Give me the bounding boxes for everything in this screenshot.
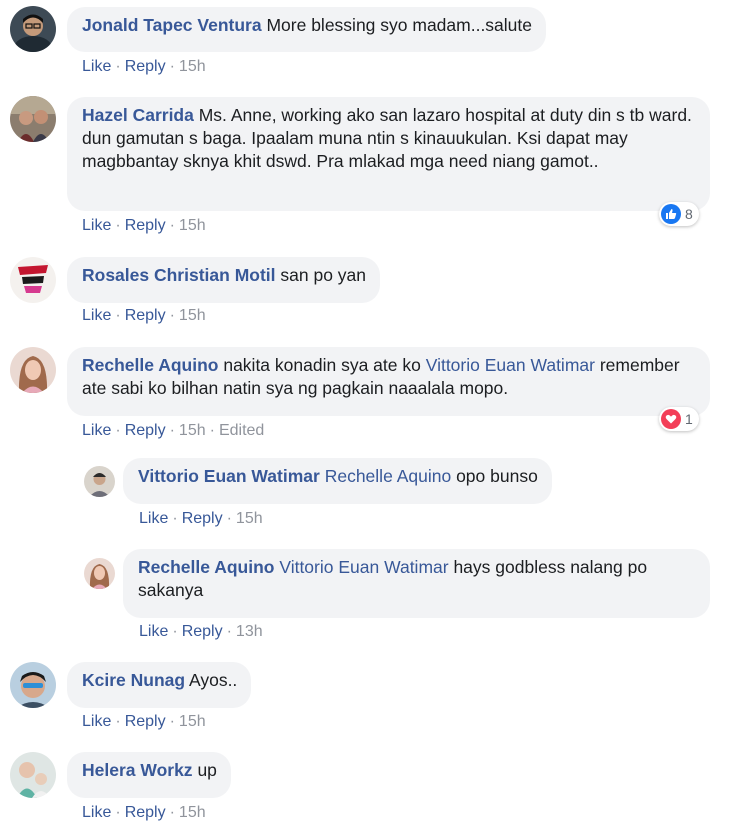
heart-icon — [661, 409, 681, 429]
comment-actions: Like · Reply · 15h — [82, 307, 206, 324]
comment-bubble: Rosales Christian Motil san po yan — [67, 257, 381, 303]
reply-author[interactable]: Vittorio Euan Watimar — [138, 466, 320, 486]
avatar[interactable] — [10, 96, 56, 142]
comment-actions: Like · Reply · 15h · Edited — [82, 422, 265, 439]
reply-link[interactable]: Reply — [125, 217, 166, 234]
reply-text: opo bunso — [456, 466, 538, 486]
timestamp[interactable]: 15h — [236, 510, 263, 527]
reply-link[interactable]: Reply — [125, 58, 166, 75]
reaction-badge[interactable]: 8 — [659, 202, 699, 226]
comment-actions: Like · Reply · 15h — [82, 217, 206, 234]
comment-author[interactable]: Jonald Tapec Ventura — [82, 15, 262, 35]
like-link[interactable]: Like — [82, 217, 111, 234]
timestamp[interactable]: 15h — [179, 58, 206, 75]
comment-actions: Like · Reply · 15h — [82, 58, 206, 75]
timestamp[interactable]: 15h — [179, 422, 206, 439]
avatar[interactable] — [10, 662, 56, 708]
avatar[interactable] — [10, 752, 56, 798]
reply-link[interactable]: Reply — [125, 713, 166, 730]
timestamp[interactable]: 13h — [236, 623, 263, 640]
timestamp[interactable]: 15h — [179, 713, 206, 730]
reply-link[interactable]: Reply — [125, 422, 166, 439]
mention-link[interactable]: Rechelle Aquino — [325, 466, 451, 486]
like-link[interactable]: Like — [82, 307, 111, 324]
like-link[interactable]: Like — [82, 58, 111, 75]
comment-author[interactable]: Helera Workz — [82, 760, 193, 780]
comment-actions: Like · Reply · 15h — [82, 713, 206, 730]
comment-text: Ayos.. — [188, 670, 238, 690]
comment-author[interactable]: Rosales Christian Motil — [82, 265, 276, 285]
timestamp[interactable]: 15h — [179, 804, 206, 821]
comment-bubble: Kcire Nunag Ayos.. — [67, 662, 252, 708]
avatar[interactable] — [84, 558, 115, 589]
mention-link[interactable]: Vittorio Euan Watimar — [279, 557, 448, 577]
comment-text-before: nakita konadin sya ate ko — [223, 355, 421, 375]
reply-bubble: Vittorio Euan Watimar Rechelle Aquino op… — [123, 458, 552, 504]
like-link[interactable]: Like — [139, 623, 168, 640]
reply-link[interactable]: Reply — [182, 510, 223, 527]
comment-bubble: Rechelle Aquino nakita konadin sya ate k… — [67, 347, 710, 416]
comment-text: san po yan — [280, 265, 367, 285]
like-link[interactable]: Like — [82, 422, 111, 439]
reply-author[interactable]: Rechelle Aquino — [138, 557, 274, 577]
avatar[interactable] — [10, 347, 56, 393]
reaction-count: 1 — [685, 411, 693, 427]
reply-link[interactable]: Reply — [182, 623, 223, 640]
like-link[interactable]: Like — [82, 804, 111, 821]
comment-text: More blessing syo madam...salute — [266, 15, 533, 35]
comment-bubble: Jonald Tapec Ventura More blessing syo m… — [67, 7, 547, 52]
mention-link[interactable]: Vittorio Euan Watimar — [426, 355, 595, 375]
reply-bubble: Rechelle Aquino Vittorio Euan Watimar ha… — [123, 549, 710, 618]
reply-actions: Like · Reply · 13h — [139, 623, 263, 640]
reaction-badge[interactable]: 1 — [659, 407, 699, 431]
comment-actions: Like · Reply · 15h — [82, 804, 206, 821]
comment-author[interactable]: Kcire Nunag — [82, 670, 185, 690]
timestamp[interactable]: 15h — [179, 307, 206, 324]
reply-link[interactable]: Reply — [125, 804, 166, 821]
avatar[interactable] — [10, 257, 56, 303]
like-link[interactable]: Like — [82, 713, 111, 730]
thumbs-up-icon — [661, 204, 681, 224]
comment-bubble: Helera Workz up — [67, 752, 231, 798]
reaction-count: 8 — [685, 206, 693, 222]
timestamp[interactable]: 15h — [179, 217, 206, 234]
comment-author[interactable]: Rechelle Aquino — [82, 355, 218, 375]
like-link[interactable]: Like — [139, 510, 168, 527]
reply-actions: Like · Reply · 15h — [139, 510, 263, 527]
comment-text: up — [197, 760, 217, 780]
comment-author[interactable]: Hazel Carrida — [82, 105, 194, 125]
reply-link[interactable]: Reply — [125, 307, 166, 324]
comment-bubble: Hazel Carrida Ms. Anne, working ako san … — [67, 97, 710, 211]
edited-label[interactable]: Edited — [219, 422, 264, 439]
avatar[interactable] — [84, 466, 115, 497]
avatar[interactable] — [10, 6, 56, 52]
